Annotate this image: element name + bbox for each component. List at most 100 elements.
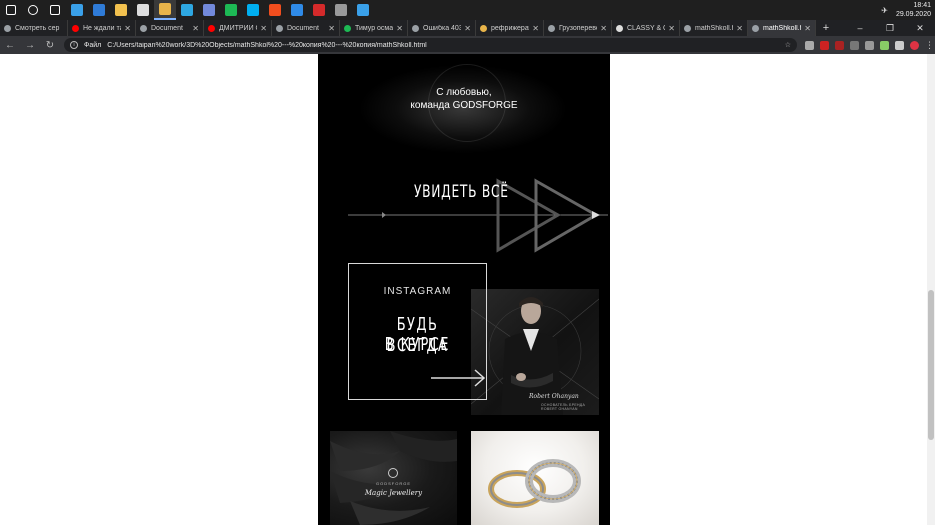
extension-icon[interactable] <box>835 40 844 50</box>
vscode-icon[interactable] <box>286 0 308 20</box>
task-view-icon[interactable] <box>44 0 66 20</box>
mail-icon[interactable] <box>88 0 110 20</box>
tab-favicon-icon <box>4 24 11 32</box>
browser-tab[interactable]: Не ждали так✕ <box>68 20 136 36</box>
back-icon[interactable]: ← <box>4 40 16 51</box>
explorer-icon[interactable] <box>110 0 132 20</box>
taskbar-apps <box>0 0 374 20</box>
tab-label: mathShkoll.h <box>695 24 734 32</box>
signature: Robert Ohanyan <box>529 393 579 400</box>
tab-close-icon[interactable]: ✕ <box>396 24 403 33</box>
browser-tab[interactable]: Смотреть сер <box>0 20 68 36</box>
skype-icon[interactable] <box>242 0 264 20</box>
browser-tab[interactable]: Document ✕ <box>136 20 204 36</box>
tab-close-icon[interactable]: ✕ <box>464 24 471 33</box>
wedding-rings-image[interactable] <box>471 431 599 525</box>
minimize-button[interactable]: – <box>845 20 875 36</box>
tab-label: Грузоперевоз <box>559 24 597 32</box>
tab-favicon-icon <box>344 24 351 32</box>
url-text[interactable]: C:/Users/taipan%20work/3D%20Objects/math… <box>107 42 779 49</box>
tab-label: Document <box>151 24 183 32</box>
close-window-button[interactable]: ✕ <box>905 20 935 36</box>
tab-favicon-icon <box>412 24 419 32</box>
window-controls: – ❐ ✕ <box>845 20 935 36</box>
puzzle-icon[interactable] <box>895 40 904 50</box>
store-icon[interactable] <box>132 0 154 20</box>
tab-close-icon[interactable]: ✕ <box>192 24 199 33</box>
clock-date: 29.09.2020 <box>895 11 931 18</box>
maximize-button[interactable]: ❐ <box>875 20 905 36</box>
reload-icon[interactable]: ↻ <box>44 40 56 51</box>
rings-illustration <box>488 459 581 508</box>
tab-close-icon[interactable]: ✕ <box>124 24 131 33</box>
browser-tab[interactable]: Тимур осман ✕ <box>340 20 408 36</box>
instagram-card[interactable]: INSTAGRAM БУДЬ ВСЕГДА В КУРСЕ <box>348 263 487 400</box>
tab-close-icon[interactable]: ✕ <box>668 24 675 33</box>
tab-close-icon[interactable]: ✕ <box>260 24 267 33</box>
forward-icon[interactable]: → <box>24 40 36 51</box>
browser-tab[interactable]: Document ✕ <box>272 20 340 36</box>
page-viewport: С любовью, команда GODSFORGE УВИДЕТЬ ВСЁ <box>0 54 935 525</box>
founder-portrait[interactable]: Robert Ohanyan ОСНОВАТЕЛЬ БРЕНДА ROBERT … <box>471 289 599 415</box>
avatar[interactable] <box>910 40 919 50</box>
windows-start-icon[interactable] <box>0 0 22 20</box>
stay-line2-text: В КУРСЕ <box>384 334 451 355</box>
app-icon[interactable] <box>352 0 374 20</box>
extension-icon[interactable] <box>880 40 889 50</box>
browser-tab[interactable]: Ошибка 403 ✕ <box>408 20 476 36</box>
tab-label: ДМИТРИЙ СЕ <box>219 24 257 32</box>
bookmark-star-icon[interactable]: ☆ <box>785 41 791 49</box>
brand-logo-icon <box>388 468 398 478</box>
see-all-link[interactable]: УВИДЕТЬ ВСЁ <box>414 182 509 202</box>
system-tray: ✈ 18:41 29.09.2020 <box>881 0 931 20</box>
tab-label: CLASSY & CH <box>627 24 665 32</box>
scheme-label: Файл <box>84 41 102 49</box>
new-tab-button[interactable]: + <box>816 20 836 36</box>
search-icon[interactable] <box>22 0 44 20</box>
see-all-arrow-graphic <box>348 178 608 253</box>
tab-label: mathShkoll.h <box>763 24 802 32</box>
chrome-icon[interactable] <box>154 0 176 20</box>
browser-toolbar: ← → ↻ i Файл C:/Users/taipan%20work/3D%2… <box>0 36 935 54</box>
info-icon[interactable]: i <box>70 41 78 49</box>
browser-tab[interactable]: mathShkoll.h ✕ <box>748 20 816 36</box>
network-icon[interactable]: ✈ <box>881 6 888 15</box>
clock[interactable]: 18:41 29.09.2020 <box>896 1 931 19</box>
browser-tab[interactable]: рефрижерат ✕ <box>476 20 544 36</box>
telegram-icon[interactable] <box>176 0 198 20</box>
arrow-right-icon[interactable] <box>431 368 487 388</box>
browser-tab[interactable]: Грузоперевоз✕ <box>544 20 612 36</box>
menu-icon[interactable]: ⋮ <box>925 40 934 50</box>
jewellery-wings-image[interactable]: GODSFORGE Magic Jewellery <box>330 431 457 525</box>
browser-tab[interactable]: CLASSY & CH✕ <box>612 20 680 36</box>
tab-favicon-icon <box>276 24 283 32</box>
tab-strip: Смотреть серНе ждали так✕Document✕ДМИТРИ… <box>0 20 816 36</box>
discord-icon[interactable] <box>198 0 220 20</box>
extension-icon[interactable] <box>850 40 859 50</box>
spotify-icon[interactable] <box>220 0 242 20</box>
tab-favicon-icon <box>480 24 487 32</box>
clock-time: 18:41 <box>913 2 931 9</box>
signature-caption: ОСНОВАТЕЛЬ БРЕНДА ROBERT OHANYAN <box>541 403 586 411</box>
tab-close-icon[interactable]: ✕ <box>328 24 335 33</box>
figma-icon[interactable] <box>264 0 286 20</box>
tab-label: Смотреть сер <box>15 24 60 32</box>
extension-icon[interactable] <box>805 40 814 50</box>
browser-tab[interactable]: ДМИТРИЙ СЕ✕ <box>204 20 272 36</box>
instagram-label: INSTAGRAM <box>383 286 452 297</box>
page-scrollbar[interactable] <box>927 54 935 525</box>
calculator-icon[interactable] <box>330 0 352 20</box>
extension-icon[interactable] <box>820 40 829 50</box>
extension-icon[interactable] <box>865 40 874 50</box>
browser-tab[interactable]: mathShkoll.h ✕ <box>680 20 748 36</box>
address-bar[interactable]: i Файл C:/Users/taipan%20work/3D%20Objec… <box>64 38 797 52</box>
scrollbar-thumb[interactable] <box>928 290 934 440</box>
tab-close-icon[interactable]: ✕ <box>600 24 607 33</box>
edge-icon[interactable] <box>66 0 88 20</box>
extensions-area: ⋮ <box>805 40 934 50</box>
tab-label: Ошибка 403 <box>423 24 462 32</box>
tab-close-icon[interactable]: ✕ <box>736 24 743 33</box>
tab-close-icon[interactable]: ✕ <box>804 24 811 33</box>
tab-close-icon[interactable]: ✕ <box>532 24 539 33</box>
filezilla-icon[interactable] <box>308 0 330 20</box>
